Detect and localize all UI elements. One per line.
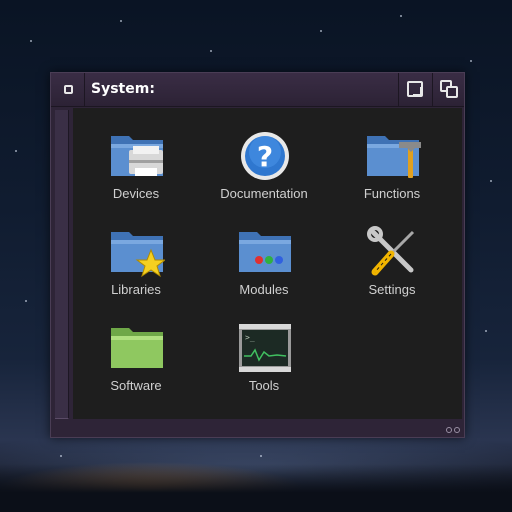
icon-settings[interactable]: Settings <box>332 226 452 316</box>
zoom-icon <box>407 81 423 97</box>
icon-label: Documentation <box>220 186 308 201</box>
window-title: System: <box>91 81 155 97</box>
icon-devices[interactable]: Devices <box>76 130 196 220</box>
icon-label: Functions <box>363 186 421 201</box>
icon-functions[interactable]: Functions <box>332 130 452 220</box>
software-folder-icon <box>111 328 163 368</box>
icon-documentation[interactable]: ? Documentation <box>204 130 324 220</box>
tools-wrench-screwdriver-icon <box>367 226 415 276</box>
functions-folder-icon <box>367 136 421 178</box>
icon-label: Modules <box>239 282 289 297</box>
icon-label: Libraries <box>111 282 161 297</box>
window-titlebar[interactable]: System: <box>51 73 464 107</box>
devices-folder-icon <box>111 136 163 176</box>
svg-text:>_: >_ <box>245 333 255 342</box>
icon-label: Settings <box>368 282 416 297</box>
libraries-folder-icon <box>111 232 165 278</box>
icon-label: Tools <box>248 378 280 393</box>
icon-libraries[interactable]: Libraries <box>76 226 196 316</box>
close-icon <box>64 85 73 94</box>
icon-label: Devices <box>112 186 160 201</box>
icon-label: Software <box>110 378 162 393</box>
icon-software[interactable]: Software <box>76 322 196 412</box>
svg-text:?: ? <box>257 140 273 173</box>
window-bottom-border <box>51 419 464 437</box>
icon-tools[interactable]: >_ Tools <box>204 322 324 412</box>
drawer-content: Devices ? Documentation Functions Librar… <box>73 108 462 419</box>
icon-modules[interactable]: Modules <box>204 226 324 316</box>
system-drawer-window[interactable]: System: Devices ? Documentation Function… <box>50 72 465 438</box>
resize-icon[interactable] <box>446 427 462 435</box>
help-icon: ? <box>241 132 289 180</box>
vertical-scrollbar[interactable] <box>51 108 73 419</box>
depth-gadget[interactable] <box>432 73 464 107</box>
scrollbar-rail[interactable] <box>55 110 69 419</box>
terminal-monitor-icon: >_ <box>239 324 291 372</box>
zoom-gadget[interactable] <box>398 73 430 107</box>
close-gadget[interactable] <box>51 73 85 107</box>
horizon <box>0 464 512 512</box>
modules-folder-icon <box>239 232 291 272</box>
